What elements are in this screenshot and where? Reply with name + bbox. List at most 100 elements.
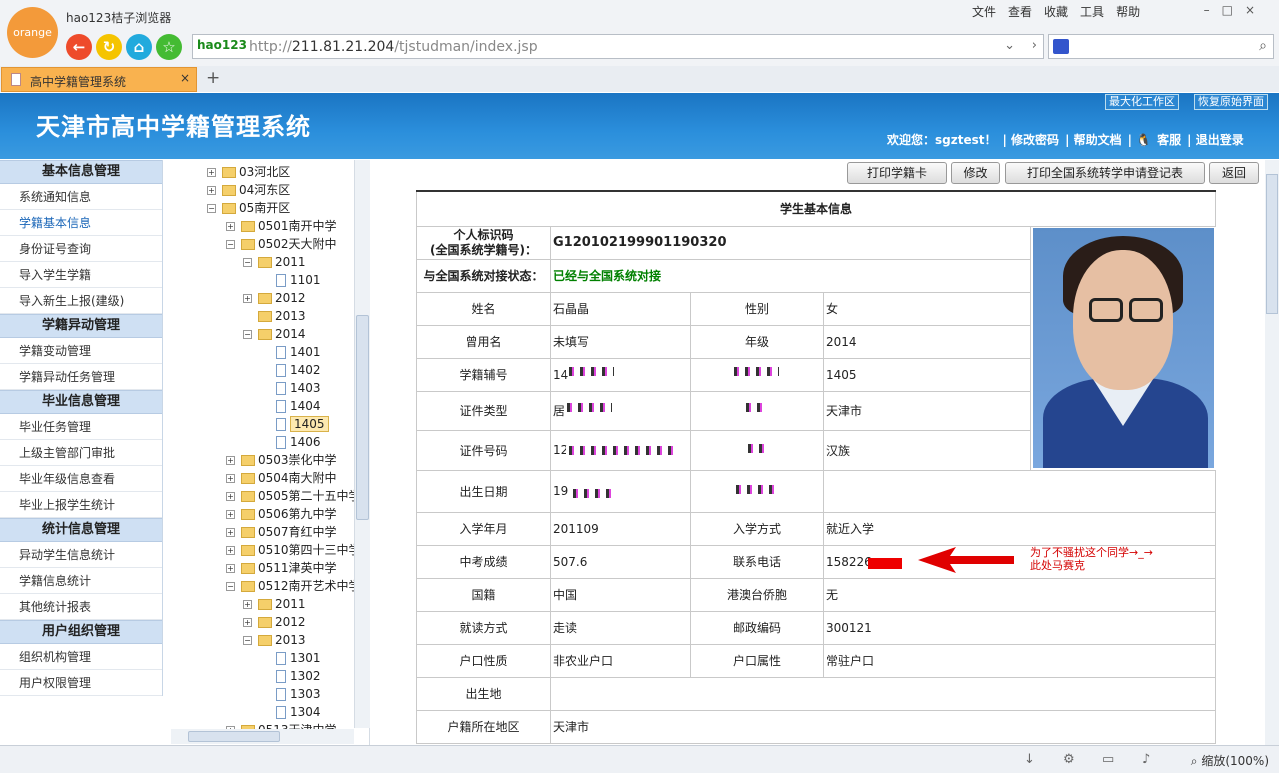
tree-node[interactable]: 2013 xyxy=(258,307,306,325)
tree-leaf[interactable]: 1101 xyxy=(276,271,321,289)
tree-node[interactable]: −2011 xyxy=(243,253,306,271)
search-input[interactable]: ⌕ xyxy=(1048,34,1274,59)
tree-node[interactable]: +0511津英中学 xyxy=(226,559,337,577)
nav-item-notices[interactable]: 系统通知信息 xyxy=(0,184,162,210)
tree-node[interactable]: −0512南开艺术中学 xyxy=(226,577,361,595)
nav-section-basic[interactable]: 基本信息管理 xyxy=(0,160,162,184)
nav-item-import-new[interactable]: 导入新生上报(建级) xyxy=(0,288,162,314)
restore-layout-button[interactable]: 恢复原始界面 xyxy=(1194,94,1268,110)
tree-leaf[interactable]: 1304 xyxy=(276,703,321,721)
nav-item-grad-view[interactable]: 毕业年级信息查看 xyxy=(0,466,162,492)
help-doc-link[interactable]: 帮助文档 xyxy=(1074,133,1122,147)
tree-horizontal-scrollbar[interactable] xyxy=(171,729,354,744)
tree-leaf[interactable]: 1406 xyxy=(276,433,321,451)
tree-node[interactable]: +04河东区 xyxy=(207,181,290,199)
close-tab-icon[interactable]: × xyxy=(180,71,190,85)
refresh-button[interactable]: ↻ xyxy=(96,34,122,60)
tree-node[interactable]: +0510第四十三中学 xyxy=(226,541,361,559)
nav-section-graduation[interactable]: 毕业信息管理 xyxy=(0,390,162,414)
logout-link[interactable]: 退出登录 xyxy=(1196,133,1244,147)
menu-help[interactable]: 帮助 xyxy=(1116,5,1140,19)
page-vertical-scrollbar[interactable] xyxy=(1265,160,1279,745)
nav-item-import-students[interactable]: 导入学生学籍 xyxy=(0,262,162,288)
address-bar[interactable]: hao123 http://211.81.21.204/tjstudman/in… xyxy=(192,34,1044,59)
nav-item-id-lookup[interactable]: 身份证号查询 xyxy=(0,236,162,262)
tree-node[interactable]: +2012 xyxy=(243,289,306,307)
tree-node[interactable]: +0507育红中学 xyxy=(226,523,337,541)
menu-tools[interactable]: 工具 xyxy=(1080,5,1104,19)
tree-leaf[interactable]: 1401 xyxy=(276,343,321,361)
minimize-icon[interactable]: – xyxy=(1204,3,1222,17)
tree-node[interactable]: +0506第九中学 xyxy=(226,505,337,523)
tree-node[interactable]: +0501南开中学 xyxy=(226,217,337,235)
settings-gear-icon[interactable]: ⚙ xyxy=(1063,752,1075,767)
tree-leaf[interactable]: 1403 xyxy=(276,379,321,397)
nav-item-grad-tasks[interactable]: 毕业任务管理 xyxy=(0,414,162,440)
tree-node[interactable]: −2013 xyxy=(243,631,306,649)
mosaic-blur xyxy=(745,444,767,453)
field-label: 入学方式 xyxy=(690,511,824,546)
mosaic-blur xyxy=(733,485,775,494)
maximize-icon[interactable]: □ xyxy=(1222,3,1245,17)
scroll-thumb[interactable] xyxy=(188,731,280,742)
tab-active[interactable]: 高中学籍管理系统 × xyxy=(1,67,197,92)
menu-view[interactable]: 查看 xyxy=(1008,5,1032,19)
volume-icon[interactable]: ♪ xyxy=(1142,752,1150,767)
tree-node[interactable]: −2014 xyxy=(243,325,306,343)
tree-leaf[interactable]: 1301 xyxy=(276,649,321,667)
favorite-button[interactable]: ☆ xyxy=(156,34,182,60)
nav-section-users[interactable]: 用户组织管理 xyxy=(0,620,162,644)
back-button[interactable]: ← xyxy=(66,34,92,60)
tree-node[interactable]: −0502天大附中 xyxy=(226,235,337,253)
menu-file[interactable]: 文件 xyxy=(972,5,996,19)
screen-icon[interactable]: ▭ xyxy=(1102,752,1114,767)
nav-item-change-mgmt[interactable]: 学籍变动管理 xyxy=(0,338,162,364)
nav-item-change-tasks[interactable]: 学籍异动任务管理 xyxy=(0,364,162,390)
scroll-thumb[interactable] xyxy=(356,315,369,520)
tree-node[interactable]: +0505第二十五中学 xyxy=(226,487,361,505)
search-icon[interactable]: ⌕ xyxy=(1259,38,1267,54)
maximize-workspace-button[interactable]: 最大化工作区 xyxy=(1105,94,1179,110)
tree-vertical-scrollbar[interactable] xyxy=(354,160,370,728)
nav-section-change[interactable]: 学籍异动管理 xyxy=(0,314,162,338)
tree-leaf[interactable]: 1302 xyxy=(276,667,321,685)
tree-node[interactable]: +2012 xyxy=(243,613,306,631)
nav-item-permissions[interactable]: 用户权限管理 xyxy=(0,670,162,696)
nav-item-change-stats[interactable]: 异动学生信息统计 xyxy=(0,542,162,568)
tree-node[interactable]: +2011 xyxy=(243,595,306,613)
nav-item-org-mgmt[interactable]: 组织机构管理 xyxy=(0,644,162,670)
nav-item-grad-stats[interactable]: 毕业上报学生统计 xyxy=(0,492,162,518)
nav-item-student-basic[interactable]: 学籍基本信息 xyxy=(0,210,162,236)
tree-node[interactable]: −05南开区 xyxy=(207,199,290,217)
tree-leaf[interactable]: 1303 xyxy=(276,685,321,703)
nav-section-stats[interactable]: 统计信息管理 xyxy=(0,518,162,542)
tree-node[interactable]: +03河北区 xyxy=(207,163,290,181)
chevron-down-icon[interactable]: ⌄ xyxy=(1004,38,1015,53)
edit-button[interactable]: 修改 xyxy=(951,162,1000,184)
tree-leaf-selected[interactable]: 1405 xyxy=(276,415,329,433)
url-text[interactable]: http://211.81.21.204/tjstudman/index.jsp xyxy=(249,39,538,55)
change-password-link[interactable]: 修改密码 xyxy=(1011,133,1059,147)
tree-node[interactable]: +0503崇化中学 xyxy=(226,451,337,469)
nav-item-record-stats[interactable]: 学籍信息统计 xyxy=(0,568,162,594)
customer-service-link[interactable]: 客服 xyxy=(1157,133,1181,147)
scroll-thumb[interactable] xyxy=(1266,174,1278,314)
download-icon[interactable]: ↓ xyxy=(1024,752,1035,767)
menu-favorites[interactable]: 收藏 xyxy=(1044,5,1068,19)
new-tab-button[interactable]: + xyxy=(206,68,220,88)
back-page-button[interactable]: 返回 xyxy=(1209,162,1259,184)
tree-leaf[interactable]: 1402 xyxy=(276,361,321,379)
nav-item-grad-approval[interactable]: 上级主管部门审批 xyxy=(0,440,162,466)
zoom-level[interactable]: ⌕ 缩放(100%) xyxy=(1191,752,1269,769)
folder-icon xyxy=(241,473,255,484)
go-arrow-icon[interactable]: › xyxy=(1032,38,1037,53)
field-value: 就近入学 xyxy=(823,511,1216,546)
home-button[interactable]: ⌂ xyxy=(126,34,152,60)
print-transfer-form-button[interactable]: 打印全国系统转学申请登记表 xyxy=(1005,162,1205,184)
field-label: 年级 xyxy=(690,324,824,359)
print-card-button[interactable]: 打印学籍卡 xyxy=(847,162,947,184)
tree-leaf[interactable]: 1404 xyxy=(276,397,321,415)
close-window-icon[interactable]: × xyxy=(1245,3,1267,17)
tree-node[interactable]: +0504南大附中 xyxy=(226,469,337,487)
nav-item-other-reports[interactable]: 其他统计报表 xyxy=(0,594,162,620)
